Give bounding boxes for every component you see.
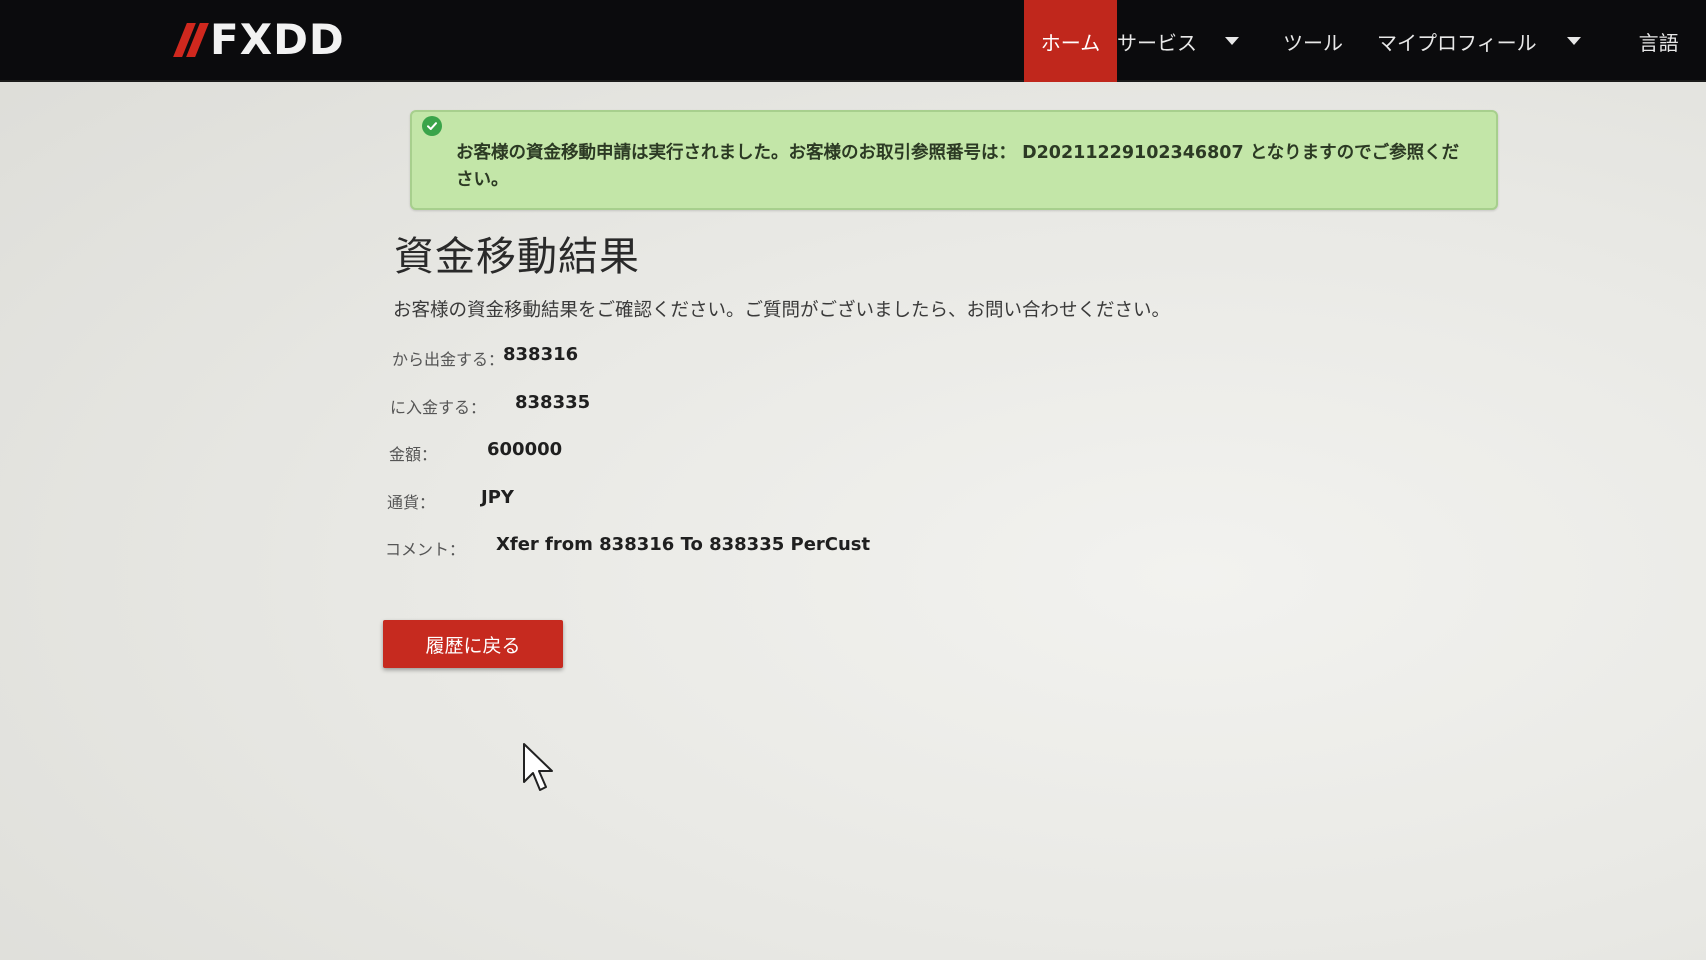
nav-services[interactable]: サービス <box>1007 0 1261 82</box>
check-circle-icon <box>422 116 442 136</box>
nav-my-profile-label: マイプロフィール <box>1377 30 1537 55</box>
logo-slashes-icon <box>173 23 209 57</box>
currency-label: 通貨： <box>387 493 436 512</box>
to-account-label: に入金する： <box>390 398 487 417</box>
alert-message: お客様の資金移動申請は実行されました。お客様のお取引参照番号は： D202112… <box>456 143 1460 190</box>
nav-tools-label: ツール <box>1283 30 1343 55</box>
nav-services-label: サービス <box>1117 30 1197 55</box>
chevron-down-icon <box>1225 37 1239 45</box>
page-title: 資金移動結果 <box>394 234 640 280</box>
fxdd-logo[interactable]: FXDD <box>173 15 345 64</box>
nav-language-label: 言語 <box>1638 30 1679 55</box>
top-navbar: FXDD ホーム サービス ツール マイプロフィール 言語 <box>0 0 1706 82</box>
chevron-down-icon <box>1566 37 1581 45</box>
amount-label: 金額： <box>389 445 438 464</box>
to-account-value: 838335 <box>515 392 591 413</box>
nav-tools[interactable]: ツール <box>1261 0 1361 82</box>
nav-my-profile[interactable]: マイプロフィール <box>1361 0 1599 82</box>
success-alert: お客様の資金移動申請は実行されました。お客様のお取引参照番号は： D202112… <box>410 110 1498 210</box>
from-account-label: から出金する： <box>392 350 505 369</box>
page-description: お客様の資金移動結果をご確認ください。ご質問がございましたら、お問い合わせくださ… <box>393 300 1171 321</box>
mouse-cursor-icon <box>523 743 553 791</box>
logo-text: FXDD <box>210 15 345 64</box>
main-nav: ホーム サービス ツール マイプロフィール 言語 <box>1024 0 1706 82</box>
screen: FXDD ホーム サービス ツール マイプロフィール 言語 お客様の資金移動申請… <box>0 0 1706 960</box>
amount-value: 600000 <box>487 439 563 460</box>
from-account-value: 838316 <box>503 344 579 365</box>
nav-language[interactable]: 言語 <box>1599 0 1706 82</box>
back-to-history-button[interactable]: 履歴に戻る <box>383 620 563 668</box>
currency-value: JPY <box>481 487 514 508</box>
comment-value: Xfer from 838316 To 838335 PerCust <box>496 534 871 555</box>
comment-label: コメント： <box>385 540 466 559</box>
